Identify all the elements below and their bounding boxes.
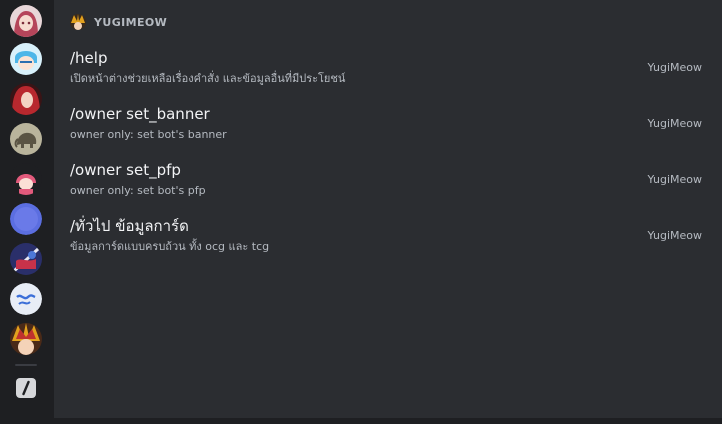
command-name: /ทั่วไป ข้อมูลการ์ด: [70, 217, 189, 235]
command-description: owner only: set bot's pfp: [70, 184, 206, 197]
elephant-avatar-icon[interactable]: [10, 123, 42, 155]
command-item[interactable]: /owner set_pfp owner only: set bot's pfp…: [54, 161, 722, 217]
command-section-header: YUGIMEOW: [70, 13, 167, 31]
bottom-edge: [0, 418, 722, 424]
yugioh-character-avatar-icon[interactable]: [10, 323, 42, 355]
command-name: /owner set_banner: [70, 105, 210, 123]
bot-avatar-icon: [70, 14, 86, 30]
anime-girl-red-hair-avatar-icon[interactable]: [10, 5, 42, 37]
section-title: YUGIMEOW: [94, 15, 168, 29]
sword-character-avatar-icon[interactable]: [10, 243, 42, 275]
command-source: YugiMeow: [647, 173, 702, 186]
command-item[interactable]: /owner set_banner owner only: set bot's …: [54, 105, 722, 161]
command-name: /help: [70, 49, 108, 67]
command-source: YugiMeow: [647, 229, 702, 242]
red-haired-character-avatar-icon[interactable]: [10, 83, 42, 115]
blue-circle-server-icon[interactable]: [10, 203, 42, 235]
command-description: owner only: set bot's banner: [70, 128, 227, 141]
pink-character-avatar-icon[interactable]: [10, 163, 42, 195]
command-description: เปิดหน้าต่างช่วยเหลือเรื่องคำสั่ง และข้อ…: [70, 72, 346, 85]
command-source: YugiMeow: [647, 61, 702, 74]
sidebar-divider: [15, 364, 37, 366]
blue-character-avatar-icon[interactable]: [10, 43, 42, 75]
server-sidebar: [0, 0, 54, 418]
command-list-panel: YUGIMEOW /help เปิดหน้าต่างช่วยเหลือเรื่…: [54, 0, 722, 418]
command-source: YugiMeow: [647, 117, 702, 130]
command-description: ข้อมูลการ์ดแบบครบถ้วน ทั้ง ocg และ tcg: [70, 240, 270, 253]
wave-logo-server-icon[interactable]: [10, 283, 42, 315]
slash-command-icon[interactable]: [16, 378, 36, 398]
command-item[interactable]: /ทั่วไป ข้อมูลการ์ด ข้อมูลการ์ดแบบครบถ้ว…: [54, 217, 722, 273]
command-name: /owner set_pfp: [70, 161, 181, 179]
command-item[interactable]: /help เปิดหน้าต่างช่วยเหลือเรื่องคำสั่ง …: [54, 49, 722, 105]
